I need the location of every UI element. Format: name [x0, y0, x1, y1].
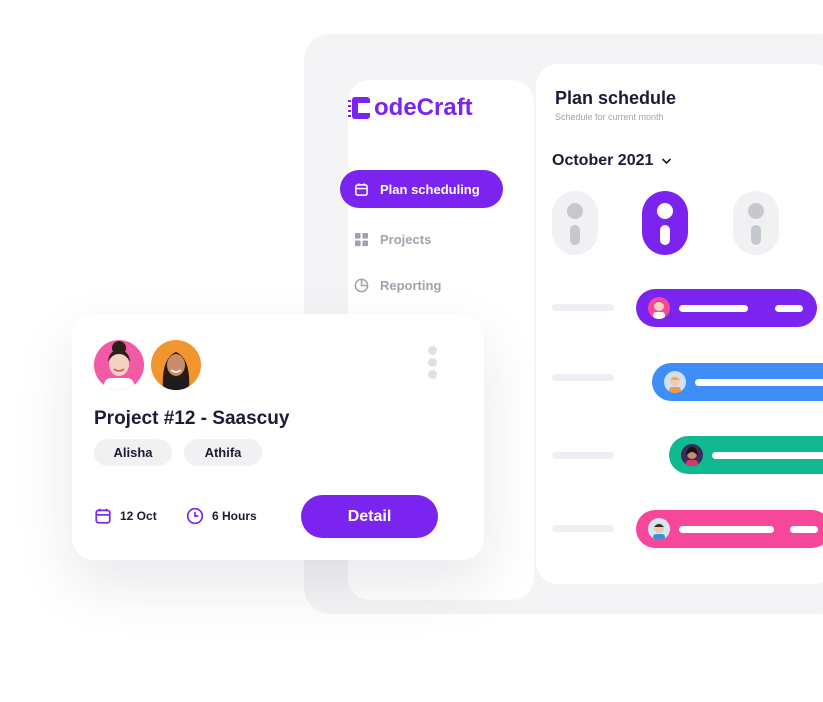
- logo-text: odeCraft: [374, 94, 473, 121]
- sidebar-item-reporting[interactable]: Reporting: [340, 266, 503, 304]
- project-duration: 6 Hours: [186, 507, 257, 525]
- sidebar-item-label: Plan scheduling: [380, 181, 480, 197]
- project-date: 12 Oct: [94, 507, 157, 525]
- detail-button[interactable]: Detail: [301, 495, 438, 538]
- day-pill[interactable]: [733, 191, 779, 255]
- logo-mark-icon: [348, 97, 370, 119]
- member-tag[interactable]: Alisha: [94, 439, 172, 466]
- calendar-icon: [94, 507, 112, 525]
- clock-icon: [186, 507, 204, 525]
- avatar: [94, 340, 144, 390]
- schedule-bar[interactable]: [652, 363, 823, 401]
- row-label-placeholder: [552, 525, 614, 532]
- chevron-down-icon: [661, 152, 672, 170]
- day-pill-selected[interactable]: [642, 191, 688, 255]
- day-pill[interactable]: [552, 191, 598, 255]
- avatar: [151, 340, 201, 390]
- date-label: 12 Oct: [120, 509, 157, 523]
- avatar: [664, 371, 686, 393]
- pie-chart-icon: [353, 277, 369, 293]
- sidebar-item-plan-scheduling[interactable]: Plan scheduling: [340, 170, 503, 208]
- sidebar-item-label: Projects: [380, 231, 432, 247]
- schedule-bar[interactable]: [636, 289, 817, 327]
- avatar: [648, 297, 670, 319]
- schedule-bar[interactable]: [636, 510, 823, 548]
- avatar: [648, 518, 670, 540]
- grid-icon: [353, 231, 369, 247]
- row-label-placeholder: [552, 452, 614, 459]
- more-options-icon[interactable]: [428, 346, 438, 382]
- schedule-bar[interactable]: [669, 436, 823, 474]
- member-tag[interactable]: Athifa: [184, 439, 262, 466]
- month-selector[interactable]: October 2021: [552, 152, 672, 170]
- avatar: [681, 444, 703, 466]
- calendar-icon: [353, 181, 369, 197]
- sidebar-item-projects[interactable]: Projects: [340, 220, 503, 258]
- sidebar-item-label: Reporting: [380, 277, 442, 293]
- page-title: Plan schedule: [555, 88, 677, 108]
- project-title: Project #12 - Saascuy: [94, 408, 290, 429]
- row-label-placeholder: [552, 304, 614, 311]
- duration-label: 6 Hours: [212, 509, 257, 523]
- app-logo[interactable]: odeCraft: [348, 94, 473, 122]
- month-label: October 2021: [552, 152, 654, 169]
- row-label-placeholder: [552, 374, 614, 381]
- page-subtitle: Schedule for current month: [555, 112, 664, 122]
